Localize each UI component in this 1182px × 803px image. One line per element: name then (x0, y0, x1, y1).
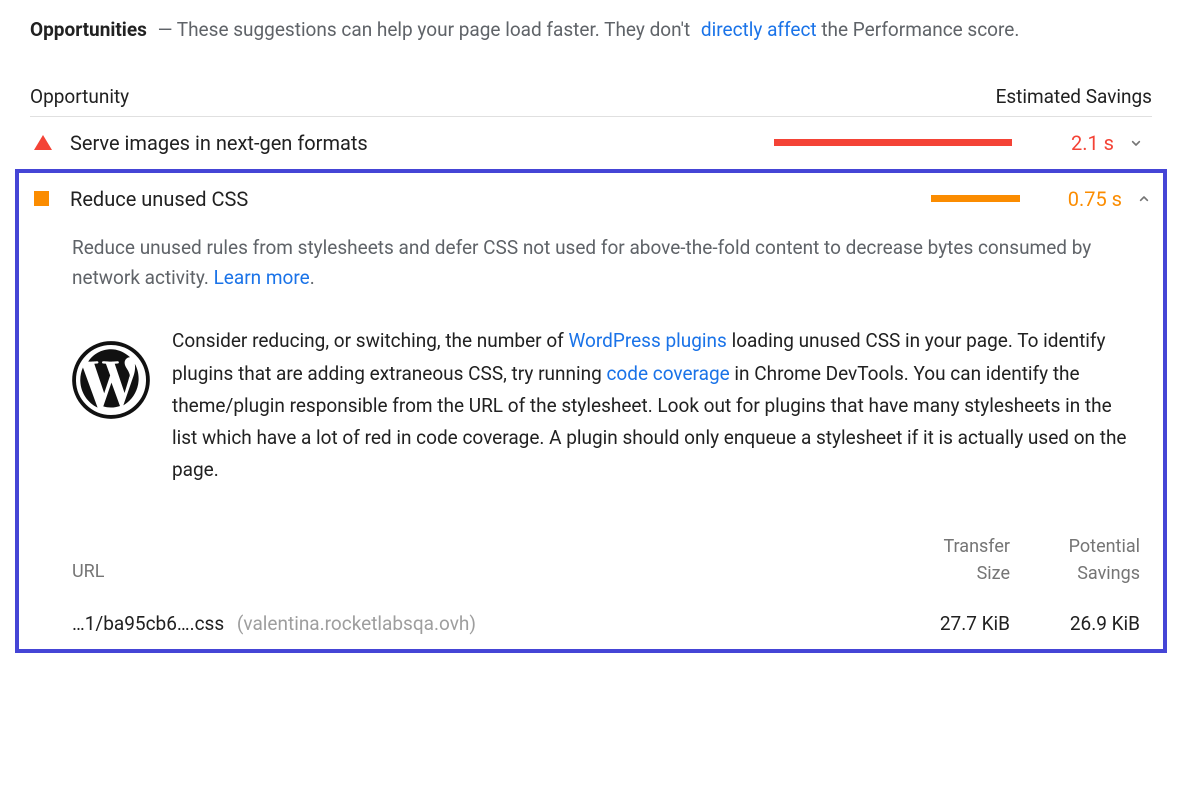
file-host: (valentina.rocketlabsqa.ovh) (237, 612, 476, 635)
col-estimated-savings: Estimated Savings (996, 85, 1152, 108)
wp-text-1: Consider reducing, or switching, the num… (172, 329, 568, 352)
square-warning-icon (30, 191, 70, 206)
cell-url: …1/ba95cb6….css (valentina.rocketlabsqa.… (72, 609, 880, 639)
opportunity-columns-header: Opportunity Estimated Savings (30, 85, 1152, 117)
heading-desc-1: — These suggestions can help your page l… (158, 18, 695, 41)
opportunity-details: Reduce unused rules from stylesheets and… (30, 225, 1152, 640)
triangle-warning-icon (30, 135, 70, 150)
heading-desc-2: the Performance score. (817, 18, 1020, 41)
bar-fill (931, 195, 1020, 202)
col-potential-savings: PotentialSavings (1010, 533, 1140, 587)
detail-period: . (310, 266, 315, 289)
savings-value: 0.75 s (1032, 187, 1122, 211)
code-coverage-link[interactable]: code coverage (606, 362, 729, 385)
savings-value: 2.1 s (1024, 131, 1114, 155)
wordpress-icon (72, 341, 150, 419)
highlight-box: Reduce unused CSS 0.75 s Reduce unused r… (15, 169, 1167, 654)
directly-affect-link[interactable]: directly affect (701, 18, 817, 41)
col-transfer-size: TransferSize (880, 533, 1010, 587)
opportunity-label: Reduce unused CSS (70, 187, 782, 211)
cell-potential-savings: 26.9 KiB (1010, 609, 1140, 639)
savings-bar (782, 195, 1032, 202)
wordpress-hint-text: Consider reducing, or switching, the num… (172, 325, 1140, 486)
chevron-up-icon (1122, 191, 1152, 207)
savings-bar (774, 139, 1024, 146)
file-path: …1/ba95cb6….css (72, 612, 224, 635)
col-url: URL (72, 558, 880, 587)
col-opportunity: Opportunity (30, 85, 129, 108)
table-header: URL TransferSize PotentialSavings (72, 533, 1140, 595)
cell-transfer-size: 27.7 KiB (880, 609, 1010, 639)
table-row[interactable]: …1/ba95cb6….css (valentina.rocketlabsqa.… (72, 595, 1140, 639)
bar-fill (774, 139, 1012, 146)
opportunity-label: Serve images in next-gen formats (70, 131, 774, 155)
heading-title: Opportunities (30, 18, 147, 41)
css-files-table: URL TransferSize PotentialSavings …1/ba9… (72, 533, 1140, 639)
opportunity-serve-images[interactable]: Serve images in next-gen formats 2.1 s (30, 117, 1152, 169)
chevron-down-icon (1114, 135, 1144, 151)
wordpress-hint: Consider reducing, or switching, the num… (72, 325, 1140, 486)
opportunity-reduce-css[interactable]: Reduce unused CSS 0.75 s (30, 173, 1152, 225)
wp-plugins-link[interactable]: WordPress plugins (568, 329, 726, 352)
opportunities-heading: Opportunities — These suggestions can he… (30, 16, 1152, 45)
learn-more-link[interactable]: Learn more (214, 266, 310, 289)
